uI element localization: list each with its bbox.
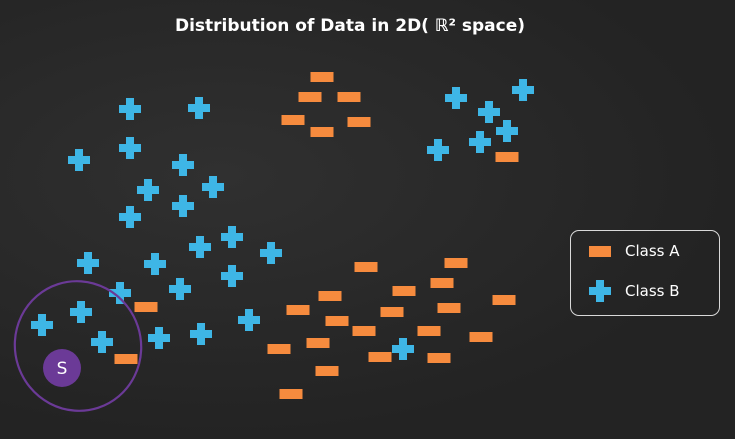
legend-item-class-a: Class A xyxy=(589,239,680,263)
class-b-point xyxy=(119,206,141,228)
class-a-point xyxy=(380,307,404,317)
class-b-point xyxy=(68,149,90,171)
class-a-point xyxy=(368,352,392,362)
class-b-plus-icon xyxy=(589,280,611,302)
legend-label-class-a: Class A xyxy=(625,242,680,260)
data-points xyxy=(31,72,534,399)
class-a-point xyxy=(114,354,138,364)
class-a-point xyxy=(298,92,322,102)
class-a-point xyxy=(392,286,416,296)
legend-item-class-b: Class B xyxy=(589,279,680,303)
class-b-point xyxy=(221,226,243,248)
class-b-point xyxy=(119,137,141,159)
class-a-point xyxy=(337,92,361,102)
class-b-point xyxy=(119,98,141,120)
class-b-point xyxy=(469,131,491,153)
class-a-point xyxy=(444,258,468,268)
class-a-point xyxy=(495,152,519,162)
legend: Class A Class B xyxy=(570,230,720,316)
class-a-point xyxy=(492,295,516,305)
class-b-point xyxy=(70,301,92,323)
class-b-point xyxy=(496,120,518,142)
subset-label: S xyxy=(57,359,68,379)
class-a-point xyxy=(417,326,441,336)
class-b-point xyxy=(169,278,191,300)
class-b-point xyxy=(137,179,159,201)
class-b-point xyxy=(221,265,243,287)
class-a-point xyxy=(437,303,461,313)
class-b-point xyxy=(91,331,113,353)
class-b-point xyxy=(190,323,212,345)
class-b-point xyxy=(189,236,211,258)
class-a-point xyxy=(325,316,349,326)
class-a-point xyxy=(267,344,291,354)
class-b-point xyxy=(260,242,282,264)
class-a-point xyxy=(430,278,454,288)
class-a-point xyxy=(315,366,339,376)
class-b-point xyxy=(31,314,53,336)
class-b-point xyxy=(172,154,194,176)
class-b-point xyxy=(148,327,170,349)
class-a-point xyxy=(354,262,378,272)
class-a-point xyxy=(310,72,334,82)
class-a-point xyxy=(318,291,342,301)
class-b-point xyxy=(427,139,449,161)
class-b-point xyxy=(392,338,414,360)
class-a-point xyxy=(286,305,310,315)
class-a-point xyxy=(306,338,330,348)
class-a-point xyxy=(427,353,451,363)
scatter-plot: S xyxy=(13,72,534,412)
class-b-point xyxy=(172,195,194,217)
class-b-point xyxy=(202,176,224,198)
class-b-point xyxy=(478,101,500,123)
class-b-point xyxy=(188,97,210,119)
class-a-point xyxy=(352,326,376,336)
class-a-swatch-icon xyxy=(589,245,611,257)
class-b-point xyxy=(77,252,99,274)
legend-label-class-b: Class B xyxy=(625,282,680,300)
subset-boundary xyxy=(13,280,143,412)
class-b-point xyxy=(512,79,534,101)
class-a-point xyxy=(279,389,303,399)
class-b-point xyxy=(144,253,166,275)
class-b-point xyxy=(238,309,260,331)
class-a-point xyxy=(134,302,158,312)
class-a-point xyxy=(469,332,493,342)
class-a-point xyxy=(347,117,371,127)
class-b-point xyxy=(445,87,467,109)
class-a-point xyxy=(281,115,305,125)
class-a-point xyxy=(310,127,334,137)
chalkboard: Distribution of Data in 2D( ℝ² space) S … xyxy=(0,0,735,439)
